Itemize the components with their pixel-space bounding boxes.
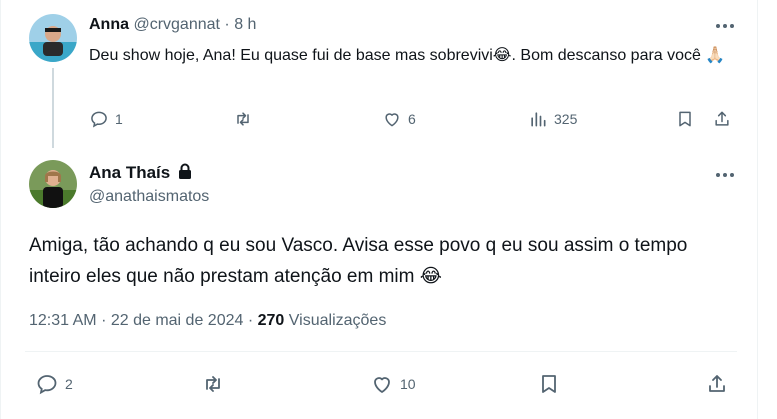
avatar[interactable]: [29, 160, 77, 208]
laughing-emoji-icon: 😂: [492, 45, 512, 64]
author-handle[interactable]: @crvgannat: [133, 16, 220, 33]
separator-dot: ·: [247, 312, 254, 329]
dot-icon: [716, 24, 720, 28]
views-count: 270: [257, 312, 285, 329]
praying-hands-emoji-icon: 🙏🏻: [705, 45, 726, 64]
heart-icon: [374, 377, 390, 393]
like-button[interactable]: 6: [382, 109, 416, 129]
heart-icon: [385, 113, 399, 127]
tweet-thread-panel: Anna @crvgannat · 8 h Deu show hoje, Ana…: [0, 0, 758, 419]
reply-header: Anna @crvgannat · 8 h: [89, 16, 256, 34]
reply-button[interactable]: 2: [35, 372, 73, 396]
views-label: Visualizações: [288, 312, 387, 329]
dot-icon: [730, 173, 734, 177]
separator-dot: ·: [224, 16, 230, 33]
like-count: 10: [400, 376, 416, 392]
reply-button[interactable]: 1: [89, 109, 123, 129]
share-icon: [709, 375, 725, 392]
retweet-button[interactable]: [233, 109, 259, 129]
separator-dot: ·: [101, 312, 107, 329]
tweet-body: Amiga, tão achando q eu sou Vasco. Avisa…: [29, 235, 688, 287]
bookmark-button[interactable]: [675, 109, 695, 129]
thread-connector-line: [52, 68, 54, 148]
reply-icon: [91, 111, 107, 128]
divider: [25, 351, 737, 352]
reply-text-part2: . Bom descanso para você: [511, 47, 701, 64]
retweet-button[interactable]: [201, 372, 231, 396]
tweet-text: Amiga, tão achando q eu sou Vasco. Avisa…: [29, 230, 729, 292]
retweet-icon: [237, 112, 249, 126]
author-header: Ana Thaís: [89, 163, 192, 183]
views-button[interactable]: 325: [528, 109, 577, 129]
share-button[interactable]: [705, 372, 729, 396]
author-name[interactable]: Ana Thaís: [89, 163, 170, 182]
reply-icon: [37, 375, 57, 395]
tweet-metadata: 12:31 AM · 22 de mai de 2024 · 270 Visua…: [29, 312, 386, 330]
tweet-date[interactable]: 22 de mai de 2024: [111, 312, 244, 329]
main-tweet: Ana Thaís @anathaismatos Amiga, tão acha…: [1, 150, 757, 419]
dot-icon: [730, 24, 734, 28]
reply-text: Deu show hoje, Ana! Eu quase fui de base…: [89, 42, 739, 69]
lock-icon: [178, 163, 191, 179]
share-icon: [715, 111, 729, 126]
dot-icon: [716, 173, 720, 177]
analytics-icon: [531, 112, 546, 127]
reply-count: 1: [115, 111, 123, 127]
laughing-emoji-icon: 😂: [419, 265, 442, 287]
bookmark-button[interactable]: [537, 372, 561, 396]
author-handle[interactable]: @anathaismatos: [89, 188, 209, 206]
like-count: 6: [408, 111, 416, 127]
more-options-button[interactable]: [716, 173, 734, 177]
reply-text-part1: Deu show hoje, Ana! Eu quase fui de base…: [89, 47, 493, 64]
share-button[interactable]: [712, 109, 732, 129]
reply-count: 2: [65, 376, 73, 392]
timestamp[interactable]: 8 h: [234, 16, 256, 33]
bookmark-icon: [542, 375, 556, 393]
more-options-button[interactable]: [716, 24, 734, 28]
reply-tweet[interactable]: Anna @crvgannat · 8 h Deu show hoje, Ana…: [1, 0, 757, 148]
retweet-icon: [206, 376, 220, 392]
view-count: 325: [554, 111, 578, 127]
dot-icon: [723, 173, 727, 177]
like-button[interactable]: 10: [370, 372, 416, 396]
dot-icon: [723, 24, 727, 28]
tweet-time[interactable]: 12:31 AM: [29, 312, 97, 329]
avatar[interactable]: [29, 14, 77, 62]
author-name[interactable]: Anna: [89, 16, 129, 33]
bookmark-icon: [679, 111, 691, 127]
